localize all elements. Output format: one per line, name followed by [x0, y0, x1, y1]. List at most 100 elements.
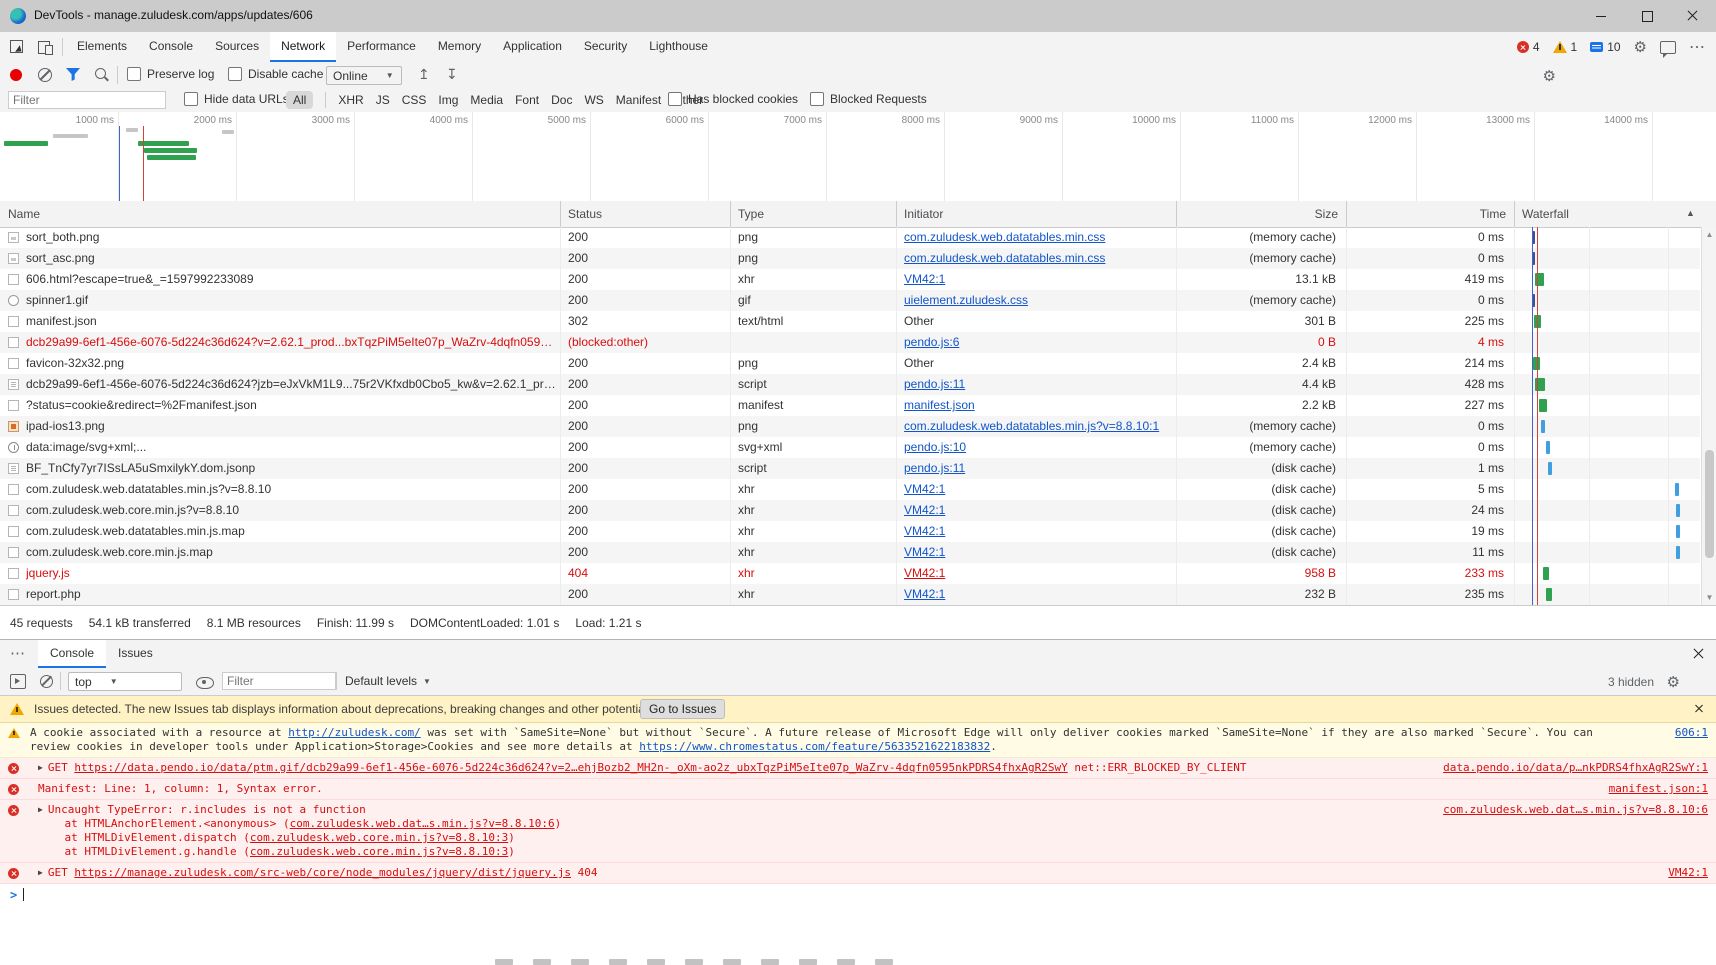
expand-triangle-icon[interactable]: ▶ [38, 866, 43, 880]
resource-type-chip-manifest[interactable]: Manifest [616, 93, 661, 107]
close-button[interactable] [1670, 0, 1716, 32]
network-request-row[interactable]: com.zuludesk.web.datatables.min.js?v=8.8… [0, 479, 1700, 500]
tab-performance[interactable]: Performance [336, 32, 427, 60]
resource-type-chip-img[interactable]: Img [438, 93, 458, 107]
column-header-waterfall[interactable]: Waterfall [1522, 207, 1569, 221]
initiator-link[interactable]: VM42:1 [904, 503, 945, 517]
console-settings-gear-icon[interactable]: ⚙ [1667, 673, 1680, 691]
network-request-row[interactable]: dcb29a99-6ef1-456e-6076-5d224c36d624?v=2… [0, 332, 1700, 353]
console-link[interactable]: https://manage.zuludesk.com/src-web/core… [74, 866, 571, 879]
more-menu-icon[interactable]: ⋯ [1689, 37, 1706, 57]
scroll-down-icon[interactable]: ▼ [1702, 590, 1716, 605]
throttling-select[interactable]: Online ▼ [326, 66, 402, 85]
initiator-link[interactable]: VM42:1 [904, 272, 945, 286]
tab-lighthouse[interactable]: Lighthouse [638, 32, 719, 60]
column-header-size[interactable]: Size [1315, 207, 1338, 221]
filter-funnel-icon[interactable] [66, 68, 80, 81]
clear-console-icon[interactable] [40, 675, 53, 688]
tab-network[interactable]: Network [270, 32, 337, 62]
network-request-row[interactable]: sort_asc.png 200 png com.zuludesk.web.datat… [0, 248, 1700, 269]
console-filter-input[interactable] [222, 672, 336, 690]
drawer-close-button[interactable] [1690, 645, 1706, 661]
network-request-row[interactable]: BF_TnCfy7yr7ISsLA5uSmxilykY.dom.jsonp 200… [0, 458, 1700, 479]
console-link[interactable]: com.zuludesk.web.dat…s.min.js?v=8.8.10:6 [290, 817, 555, 830]
console-message-error[interactable]: ▶ GET https://manage.zuludesk.com/src-web… [0, 863, 1716, 884]
tab-application[interactable]: Application [492, 32, 573, 60]
network-request-row[interactable]: com.zuludesk.web.datatables.min.js.map 20… [0, 521, 1700, 542]
issues-bar-close-button[interactable] [1692, 701, 1706, 715]
preserve-log-checkbox[interactable]: Preserve log [127, 67, 214, 81]
search-icon[interactable] [95, 68, 106, 79]
column-header-type[interactable]: Type [738, 207, 764, 221]
has-blocked-cookies-checkbox[interactable]: Has blocked cookies [668, 92, 798, 106]
console-message-error[interactable]: ▶ GET https://data.pendo.io/data/ptm.gif/… [0, 758, 1716, 779]
go-to-issues-button[interactable]: Go to Issues [640, 699, 726, 719]
network-settings-gear-icon[interactable]: ⚙ [1543, 67, 1556, 85]
network-request-row[interactable]: manifest.json 302 text/html Other 301 B 225 m… [0, 311, 1700, 332]
table-scrollbar[interactable]: ▲ ▼ [1701, 227, 1716, 605]
network-request-row[interactable]: spinner1.gif 200 gif uielement.zuludesk.css… [0, 290, 1700, 311]
message-source-link[interactable]: com.zuludesk.web.dat…s.min.js?v=8.8.10:6 [1443, 803, 1708, 817]
initiator-link[interactable]: pendo.js:10 [904, 440, 966, 454]
console-sidebar-toggle-icon[interactable] [10, 674, 26, 689]
initiator-link[interactable]: manifest.json [904, 398, 975, 412]
initiator-link[interactable]: pendo.js:11 [904, 377, 965, 391]
initiator-link[interactable]: pendo.js:6 [904, 335, 959, 349]
column-header-name[interactable]: Name [8, 207, 40, 221]
error-count-badge[interactable]: 4 [1516, 40, 1540, 54]
network-request-row[interactable]: dcb29a99-6ef1-456e-6076-5d224c36d624?jzb… [0, 374, 1700, 395]
import-har-icon[interactable]: ↥ [418, 67, 430, 81]
javascript-context-select[interactable]: top ▼ [68, 672, 182, 691]
maximize-button[interactable] [1624, 0, 1670, 32]
console-message-error[interactable]: ▶ Uncaught TypeError: r.includes is not a… [0, 800, 1716, 863]
inspect-element-icon[interactable] [10, 39, 26, 55]
message-source-link[interactable]: data.pendo.io/data/p…nkPDRS4fhxAgR2SwY:1 [1443, 761, 1708, 775]
network-request-row[interactable]: com.zuludesk.web.core.min.js.map 200 xhr VM… [0, 542, 1700, 563]
console-prompt[interactable]: > [0, 884, 1716, 910]
resource-type-chip-all[interactable]: All [286, 91, 314, 109]
drawer-tab-console[interactable]: Console [38, 640, 107, 668]
initiator-link[interactable]: VM42:1 [904, 566, 945, 580]
console-link[interactable]: com.zuludesk.web.core.min.js?v=8.8.10:3 [250, 845, 508, 858]
device-toolbar-icon[interactable] [38, 39, 54, 55]
log-levels-select[interactable]: Default levels ▼ [345, 674, 431, 688]
console-message-warn[interactable]: A cookie associated with a resource at h… [0, 723, 1716, 758]
resource-type-chip-doc[interactable]: Doc [551, 93, 572, 107]
initiator-link[interactable]: VM42:1 [904, 482, 945, 496]
resource-type-chip-media[interactable]: Media [470, 93, 503, 107]
network-request-row[interactable]: 606.html?escape=true&_=1597992233089 200 x… [0, 269, 1700, 290]
export-har-icon[interactable]: ↧ [446, 67, 458, 81]
disable-cache-checkbox[interactable]: Disable cache [228, 67, 323, 81]
record-network-log-button[interactable] [10, 69, 22, 81]
column-header-time[interactable]: Time [1480, 207, 1506, 221]
expand-triangle-icon[interactable]: ▶ [38, 761, 43, 775]
drawer-more-icon[interactable]: ⋯ [10, 644, 26, 662]
hide-data-urls-checkbox[interactable]: Hide data URLs [184, 92, 289, 106]
initiator-link[interactable]: com.zuludesk.web.datatables.min.js?v=8.8… [904, 419, 1159, 433]
console-link[interactable]: https://www.chromestatus.com/feature/563… [639, 740, 990, 753]
tab-console[interactable]: Console [138, 32, 204, 60]
scrollbar-thumb[interactable] [1705, 450, 1714, 558]
console-link[interactable]: com.zuludesk.web.core.min.js?v=8.8.10:3 [250, 831, 508, 844]
resource-type-chip-js[interactable]: JS [376, 93, 390, 107]
live-expression-eye-icon[interactable] [196, 677, 214, 689]
network-request-row[interactable]: sort_both.png 200 png com.zuludesk.web.data… [0, 227, 1700, 248]
resource-type-chip-css[interactable]: CSS [402, 93, 427, 107]
initiator-link[interactable]: VM42:1 [904, 545, 945, 559]
feedback-icon[interactable] [1660, 40, 1676, 58]
waterfall-sort-icon[interactable]: ▲ [1686, 208, 1695, 218]
clear-network-log-icon[interactable] [38, 68, 52, 82]
console-link[interactable]: http://zuludesk.com/ [288, 726, 420, 739]
network-request-row[interactable]: data:image/svg+xml;... 200 svg+xml pendo.js… [0, 437, 1700, 458]
resource-type-chip-font[interactable]: Font [515, 93, 539, 107]
network-request-row[interactable]: ipad-ios13.png 200 png com.zuludesk.web.dat… [0, 416, 1700, 437]
drawer-tab-issues[interactable]: Issues [106, 640, 165, 666]
tab-sources[interactable]: Sources [204, 32, 270, 60]
resource-type-chip-ws[interactable]: WS [584, 93, 603, 107]
network-request-row[interactable]: favicon-32x32.png 200 png Other 2.4 kB 214 ms [0, 353, 1700, 374]
network-request-row[interactable]: report.php 200 xhr VM42:1 232 B 235 ms [0, 584, 1700, 605]
column-header-status[interactable]: Status [568, 207, 602, 221]
message-source-link[interactable]: VM42:1 [1668, 866, 1708, 880]
settings-gear-icon[interactable]: ⚙ [1634, 40, 1647, 55]
console-link[interactable]: https://data.pendo.io/data/ptm.gif/dcb29… [74, 761, 1067, 774]
